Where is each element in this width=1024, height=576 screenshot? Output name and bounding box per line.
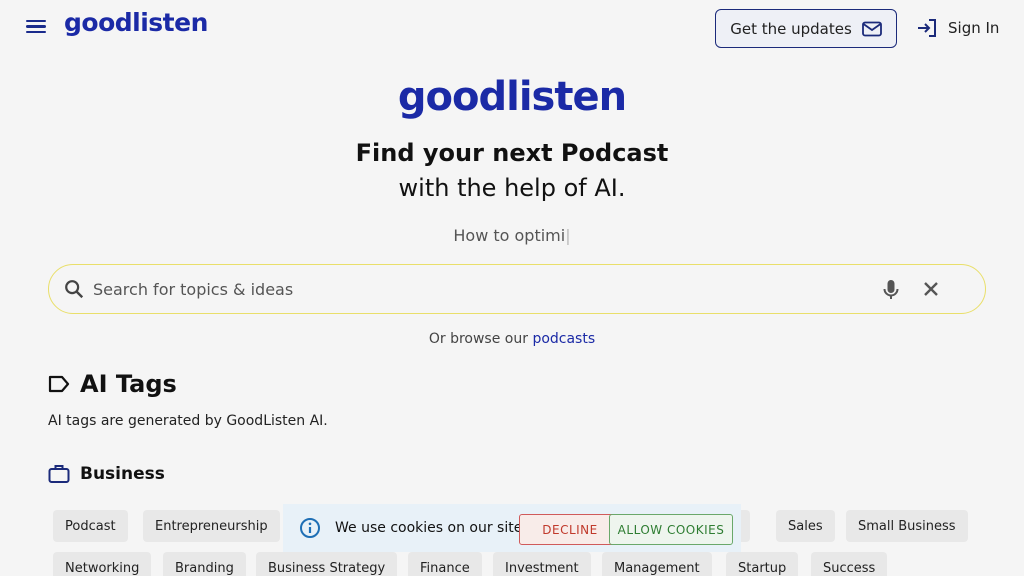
podcasts-link[interactable]: podcasts <box>532 331 595 347</box>
typing-text: How to optimi <box>453 226 566 245</box>
get-updates-label: Get the updates <box>730 19 852 38</box>
ai-tags-title: AI Tags <box>80 370 177 398</box>
hero-subtitle: with the help of AI. <box>398 174 626 202</box>
header-logo[interactable]: goodlisten <box>64 8 208 37</box>
tag-chip[interactable]: Branding <box>163 552 246 576</box>
mic-icon[interactable] <box>881 278 901 302</box>
hero-title: Find your next Podcast <box>355 139 669 167</box>
tag-chip[interactable]: Small Business <box>846 510 968 542</box>
tag-chip[interactable]: Podcast <box>53 510 128 542</box>
ai-tags-description: AI tags are generated by GoodListen AI. <box>48 413 328 429</box>
browse-prefix: Or browse our <box>428 331 533 347</box>
sign-in-label: Sign In <box>948 19 1000 37</box>
menu-icon[interactable] <box>24 17 48 37</box>
business-heading: Business <box>48 464 165 484</box>
tag-chip[interactable]: Investment <box>493 552 591 576</box>
tag-icon <box>48 375 70 393</box>
search-input[interactable] <box>93 279 853 299</box>
mail-icon <box>861 21 882 36</box>
sign-in-button[interactable]: Sign In <box>916 12 999 44</box>
tag-chip[interactable]: Success <box>811 552 888 576</box>
top-bar: goodlisten Get the updates Sign In <box>0 0 1024 56</box>
search-icon <box>65 280 84 299</box>
decline-cookies-button[interactable]: DECLINE <box>519 514 621 545</box>
tag-chip[interactable]: Finance <box>408 552 482 576</box>
business-title: Business <box>80 464 165 484</box>
tag-chip[interactable]: Management <box>602 552 712 576</box>
tag-chip[interactable]: Entrepreneurship <box>143 510 280 542</box>
tag-chip[interactable]: Startup <box>726 552 799 576</box>
close-icon[interactable] <box>921 279 941 299</box>
cookie-message: We use cookies on our site. <box>335 520 527 536</box>
search-bar <box>48 264 986 314</box>
cookie-banner: We use cookies on our site. DECLINE ALLO… <box>283 504 741 552</box>
info-icon <box>300 518 320 538</box>
tag-chip[interactable]: Networking <box>53 552 152 576</box>
hero-logo: goodlisten <box>397 74 627 120</box>
tag-chip[interactable]: Business Strategy <box>256 552 398 576</box>
typing-caret: | <box>565 226 571 245</box>
allow-cookies-button[interactable]: ALLOW COOKIES <box>609 514 733 545</box>
ai-tags-heading: AI Tags <box>48 370 177 398</box>
sign-in-icon <box>918 19 936 37</box>
briefcase-icon <box>48 465 70 483</box>
typing-suggestion: How to optimi| <box>0 226 1024 245</box>
browse-line: Or browse our podcasts <box>0 331 1024 347</box>
tag-chip[interactable]: Sales <box>776 510 835 542</box>
get-updates-button[interactable]: Get the updates <box>715 9 897 48</box>
